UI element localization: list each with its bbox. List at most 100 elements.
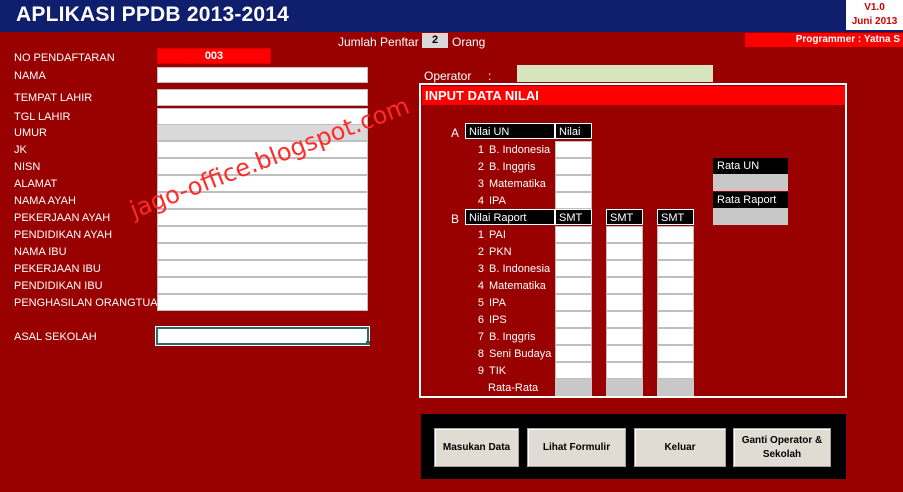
nilai-raport-smt-5-input[interactable]: [657, 243, 694, 260]
nilai-raport-smt-5-input[interactable]: [657, 277, 694, 294]
nilai-column-header: Nilai: [555, 123, 592, 139]
nilai-un-input[interactable]: [555, 192, 592, 209]
jumlah-pendaftar-label: Jumlah Penftar: [338, 35, 419, 49]
subject-label: TIK: [489, 365, 507, 377]
nilai-raport-smt-4-input[interactable]: [606, 311, 643, 328]
form-field[interactable]: [157, 209, 368, 226]
operator-colon: :: [488, 69, 492, 83]
asal-sekolah-label: ASAL SEKOLAH: [14, 331, 97, 343]
subject-label: PKN: [489, 246, 512, 258]
nilai-raport-smt-5-input[interactable]: [657, 260, 694, 277]
subject-label: B. Indonesia: [489, 144, 551, 156]
rata-rata-label: Rata-Rata: [488, 382, 539, 394]
row-number: 3: [477, 263, 484, 275]
form-field[interactable]: [157, 260, 368, 277]
smt-3-header: SMT 3: [555, 209, 592, 240]
row-number: 6: [477, 314, 484, 326]
nilai-raport-smt-4-input[interactable]: [606, 226, 643, 243]
nilai-un-header: Nilai UN: [465, 123, 555, 139]
no-pendaftaran-label: NO PENDAFTARAN: [14, 52, 115, 64]
nilai-raport-smt-5-input[interactable]: [657, 328, 694, 345]
programmer-credit: Programmer : Yatna S: [745, 33, 903, 47]
nilai-raport-smt-3-input[interactable]: [555, 362, 592, 379]
nilai-raport-smt-5-input[interactable]: [657, 362, 694, 379]
subject-label: B. Indonesia: [489, 263, 551, 275]
ganti-operator-button[interactable]: Ganti Operator & Sekolah: [733, 428, 831, 467]
version-label: V1.0: [864, 2, 885, 13]
asal-sekolah-field[interactable]: [155, 326, 370, 346]
subject-label: B. Inggris: [489, 161, 536, 173]
smt-5-header: SMT 5: [657, 209, 694, 240]
form-label: NAMA AYAH: [14, 195, 76, 207]
nilai-raport-smt-5-input[interactable]: [657, 294, 694, 311]
masukan-data-button[interactable]: Masukan Data: [434, 428, 519, 467]
nilai-raport-smt-4-input[interactable]: [606, 345, 643, 362]
form-field[interactable]: [157, 243, 368, 260]
row-number: 9: [477, 365, 484, 377]
rata-rata-smt-4: [606, 379, 643, 396]
subject-label: IPA: [489, 297, 506, 309]
form-label: PENGHASILAN ORANGTUA: [14, 297, 158, 309]
nilai-raport-smt-4-input[interactable]: [606, 328, 643, 345]
nilai-raport-smt-3-input[interactable]: [555, 226, 592, 243]
row-number: 1: [477, 144, 484, 156]
nilai-raport-smt-4-input[interactable]: [606, 243, 643, 260]
nilai-raport-smt-3-input[interactable]: [555, 243, 592, 260]
form-label: ALAMAT: [14, 178, 58, 190]
subject-label: Matematika: [489, 178, 546, 190]
jumlah-pendaftar-value: 2: [422, 33, 448, 48]
nilai-raport-smt-3-input[interactable]: [555, 328, 592, 345]
jumlah-unit-label: Orang: [452, 35, 486, 49]
rata-raport-header: Rata Raport: [713, 192, 788, 208]
subject-label: PAI: [489, 229, 506, 241]
keluar-button[interactable]: Keluar: [634, 428, 726, 467]
row-number: 2: [477, 161, 484, 173]
section-b-letter: B: [451, 212, 460, 226]
form-label: NAMA IBU: [14, 246, 67, 258]
rata-rata-smt-5: [657, 379, 694, 396]
nilai-raport-smt-3-input[interactable]: [555, 277, 592, 294]
no-pendaftaran-field[interactable]: 003: [157, 48, 271, 64]
row-number: 4: [477, 195, 484, 207]
nilai-raport-smt-4-input[interactable]: [606, 294, 643, 311]
nilai-raport-smt-4-input[interactable]: [606, 277, 643, 294]
subject-label: IPA: [489, 195, 506, 207]
form-field[interactable]: [157, 294, 368, 311]
nilai-raport-smt-3-input[interactable]: [555, 345, 592, 362]
nilai-raport-smt-5-input[interactable]: [657, 311, 694, 328]
nilai-un-input[interactable]: [555, 175, 592, 192]
row-number: 8: [477, 348, 484, 360]
row-number: 7: [477, 331, 484, 343]
nilai-raport-smt-3-input[interactable]: [555, 294, 592, 311]
row-number: 3: [477, 178, 484, 190]
form-field[interactable]: [157, 89, 368, 106]
form-label: PEKERJAAN IBU: [14, 263, 101, 275]
form-field[interactable]: [157, 67, 368, 83]
form-label: PEKERJAAN AYAH: [14, 212, 111, 224]
nilai-raport-header: Nilai Raport: [465, 209, 555, 225]
cell-fill-handle[interactable]: [366, 341, 370, 345]
form-label: PENDIDIKAN AYAH: [14, 229, 113, 241]
nilai-raport-smt-5-input[interactable]: [657, 345, 694, 362]
nilai-un-input[interactable]: [555, 158, 592, 175]
nilai-raport-smt-3-input[interactable]: [555, 311, 592, 328]
form-field[interactable]: [157, 277, 368, 294]
form-field[interactable]: [157, 226, 368, 243]
subject-label: IPS: [489, 314, 507, 326]
subject-label: B. Inggris: [489, 331, 536, 343]
row-number: 2: [477, 246, 484, 258]
nilai-un-input[interactable]: [555, 141, 592, 158]
version-box: V1.0 Juni 2013: [846, 0, 903, 30]
form-label: JK: [14, 144, 27, 156]
nilai-raport-smt-3-input[interactable]: [555, 260, 592, 277]
form-label: TEMPAT LAHIR: [14, 92, 93, 104]
lihat-formulir-button[interactable]: Lihat Formulir: [527, 428, 626, 467]
nilai-raport-smt-5-input[interactable]: [657, 226, 694, 243]
form-label: PENDIDIKAN IBU: [14, 280, 103, 292]
operator-field[interactable]: [517, 65, 713, 82]
nilai-raport-smt-4-input[interactable]: [606, 362, 643, 379]
smt-4-header: SMT 4: [606, 209, 643, 240]
rata-rata-smt-3: [555, 379, 592, 396]
nilai-raport-smt-4-input[interactable]: [606, 260, 643, 277]
row-number: 5: [477, 297, 484, 309]
